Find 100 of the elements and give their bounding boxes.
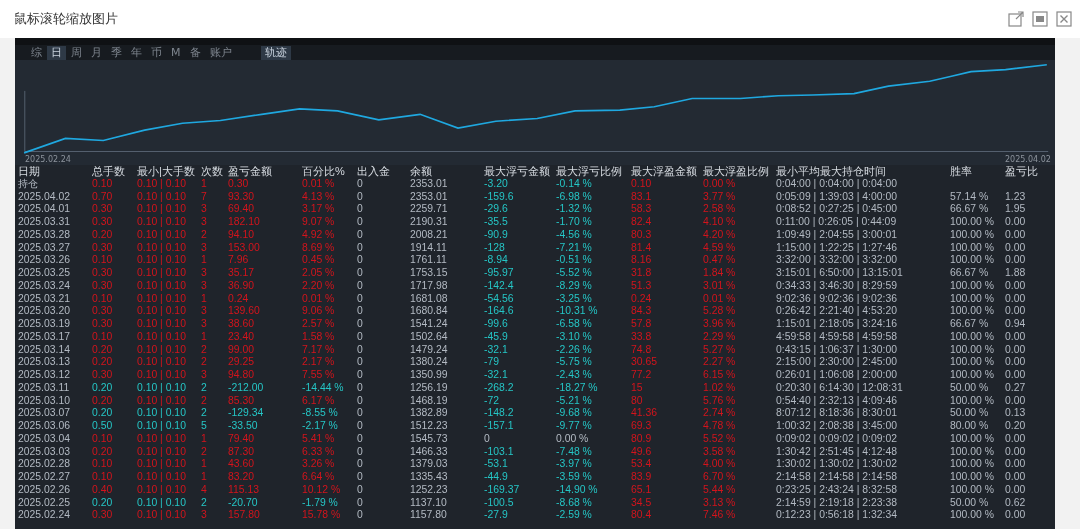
deposit-cell: 0	[357, 369, 410, 382]
column-header: 盈亏比	[1005, 165, 1039, 178]
lot-range-cell: 0.10 | 0.10	[137, 330, 201, 344]
pl-ratio-cell-text: 0.00	[1005, 343, 1027, 357]
deposit-cell: 0	[357, 190, 410, 204]
float-profit-ratio-cell: 4.00 %	[703, 458, 776, 471]
percent-cell: 2.20 %	[302, 279, 357, 293]
lot-range-cell: 0.10 | 0.10	[137, 267, 201, 280]
date-cell: 2025.02.26	[18, 483, 92, 497]
deposit-cell: 0	[357, 420, 410, 433]
win-rate-cell: 57.14 %	[950, 190, 1005, 204]
float-loss-cell: -128	[484, 241, 556, 255]
track-button[interactable]: 轨迹	[260, 45, 291, 60]
date-cell: 2025.03.21	[18, 292, 92, 306]
float-loss-ratio-cell: -2.59 %	[556, 509, 631, 522]
count-cell: 4	[201, 483, 228, 497]
deposit-cell: 0	[357, 343, 410, 357]
pl-ratio-cell-text: 0.00	[1005, 330, 1027, 344]
float-profit-cell: 0.10	[631, 177, 703, 191]
view-tab[interactable]: 币	[147, 45, 166, 60]
win-rate-cell: 80.00 %	[950, 420, 1005, 433]
hold-time-cell: 1:09:49 | 2:04:55 | 3:00:01	[776, 228, 950, 242]
float-profit-cell: 81.4	[631, 241, 703, 255]
pnl-cell: -20.70	[228, 496, 302, 510]
count-cell: 2	[201, 228, 228, 242]
float-loss-ratio-cell: -9.77 %	[556, 420, 631, 433]
external-link-icon[interactable]	[1008, 11, 1024, 27]
count-cell: 2	[201, 496, 228, 510]
lots-cell: 0.20	[92, 343, 137, 357]
lot-range-cell: 0.10 | 0.10	[137, 241, 201, 255]
date-cell: 2025.03.11	[18, 381, 92, 395]
balance-cell: 1252.23	[410, 483, 484, 497]
date-cell: 2025.03.06	[18, 420, 92, 433]
pnl-cell: 29.25	[228, 356, 302, 369]
deposit-cell: 0	[357, 432, 410, 446]
deposit-cell: 0	[357, 177, 410, 191]
percent-cell: 3.17 %	[302, 203, 357, 216]
view-tab[interactable]: 日	[47, 45, 66, 60]
percent-cell: 4.92 %	[302, 228, 357, 242]
float-loss-cell: -148.2	[484, 407, 556, 420]
percent-cell: 7.17 %	[302, 343, 357, 357]
float-profit-ratio-cell: 0.01 %	[703, 292, 776, 306]
date-cell: 2025.03.26	[18, 254, 92, 267]
float-profit-ratio-cell: 3.58 %	[703, 445, 776, 459]
hold-time-cell: 8:07:12 | 8:18:36 | 8:30:01	[776, 407, 950, 420]
lot-range-cell: 0.10 | 0.10	[137, 432, 201, 446]
lot-range-cell: 0.10 | 0.10	[137, 292, 201, 306]
float-loss-ratio-cell: -9.68 %	[556, 407, 631, 420]
lot-range-cell: 0.10 | 0.10	[137, 420, 201, 433]
column-header: 盈亏金额	[228, 165, 302, 178]
float-profit-cell: 84.3	[631, 305, 703, 318]
maximize-icon[interactable]	[1032, 11, 1048, 27]
float-profit-cell: 80.3	[631, 228, 703, 242]
deposit-cell: 0	[357, 381, 410, 395]
count-cell: 3	[201, 267, 228, 280]
balance-cell: 2259.71	[410, 203, 484, 216]
view-tab[interactable]: 账户	[205, 45, 236, 60]
view-tab[interactable]: 季	[107, 45, 126, 60]
pnl-cell: -212.00	[228, 381, 302, 395]
balance-cell: 1914.11	[410, 241, 484, 255]
view-tab[interactable]: 周	[67, 45, 86, 60]
percent-cell: -1.79 %	[302, 496, 357, 510]
float-loss-ratio-cell: -8.29 %	[556, 279, 631, 293]
float-profit-ratio-cell: 5.27 %	[703, 343, 776, 357]
view-tab[interactable]: 备	[185, 45, 205, 60]
view-tab[interactable]: 综	[27, 45, 46, 60]
count-cell: 2	[201, 394, 228, 408]
float-loss-cell: -100.5	[484, 496, 556, 510]
hold-time-cell: 2:15:00 | 2:30:00 | 2:45:00	[776, 356, 950, 369]
view-tab[interactable]: 年	[127, 45, 146, 60]
lot-range-cell: 0.10 | 0.10	[137, 203, 201, 216]
lots-cell: 0.20	[92, 445, 137, 459]
lot-range-cell: 0.10 | 0.10	[137, 509, 201, 522]
float-loss-cell: -164.6	[484, 305, 556, 318]
close-icon[interactable]	[1056, 11, 1072, 27]
deposit-cell: 0	[357, 356, 410, 369]
balance-cell: 2190.31	[410, 216, 484, 229]
float-loss-ratio-cell: -2.43 %	[556, 369, 631, 382]
view-tab[interactable]: 月	[87, 45, 106, 60]
pnl-cell: 43.60	[228, 458, 302, 471]
float-loss-ratio-cell: 0.00 %	[556, 432, 631, 446]
win-rate-cell: 100.00 %	[950, 330, 1005, 344]
date-cell: 2025.03.12	[18, 369, 92, 382]
percent-cell: 8.69 %	[302, 241, 357, 255]
hold-time-cell: 3:15:01 | 6:50:00 | 13:15:01	[776, 267, 950, 280]
column-header: 最大浮盈金额	[631, 165, 703, 178]
column-header: 余额	[410, 165, 484, 178]
percent-cell: 6.17 %	[302, 394, 357, 408]
count-cell: 1	[201, 254, 228, 267]
percent-cell: 2.05 %	[302, 267, 357, 280]
float-loss-cell: -32.1	[484, 369, 556, 382]
deposit-cell: 0	[357, 305, 410, 318]
column-header: 最大浮亏金额	[484, 165, 556, 178]
win-rate-cell: 66.67 %	[950, 203, 1005, 216]
lot-range-cell: 0.10 | 0.10	[137, 394, 201, 408]
float-loss-ratio-cell: -7.48 %	[556, 445, 631, 459]
date-cell: 2025.03.10	[18, 394, 92, 408]
lots-cell: 0.20	[92, 496, 137, 510]
pnl-cell: 35.17	[228, 267, 302, 280]
view-tab[interactable]: M	[167, 45, 185, 60]
